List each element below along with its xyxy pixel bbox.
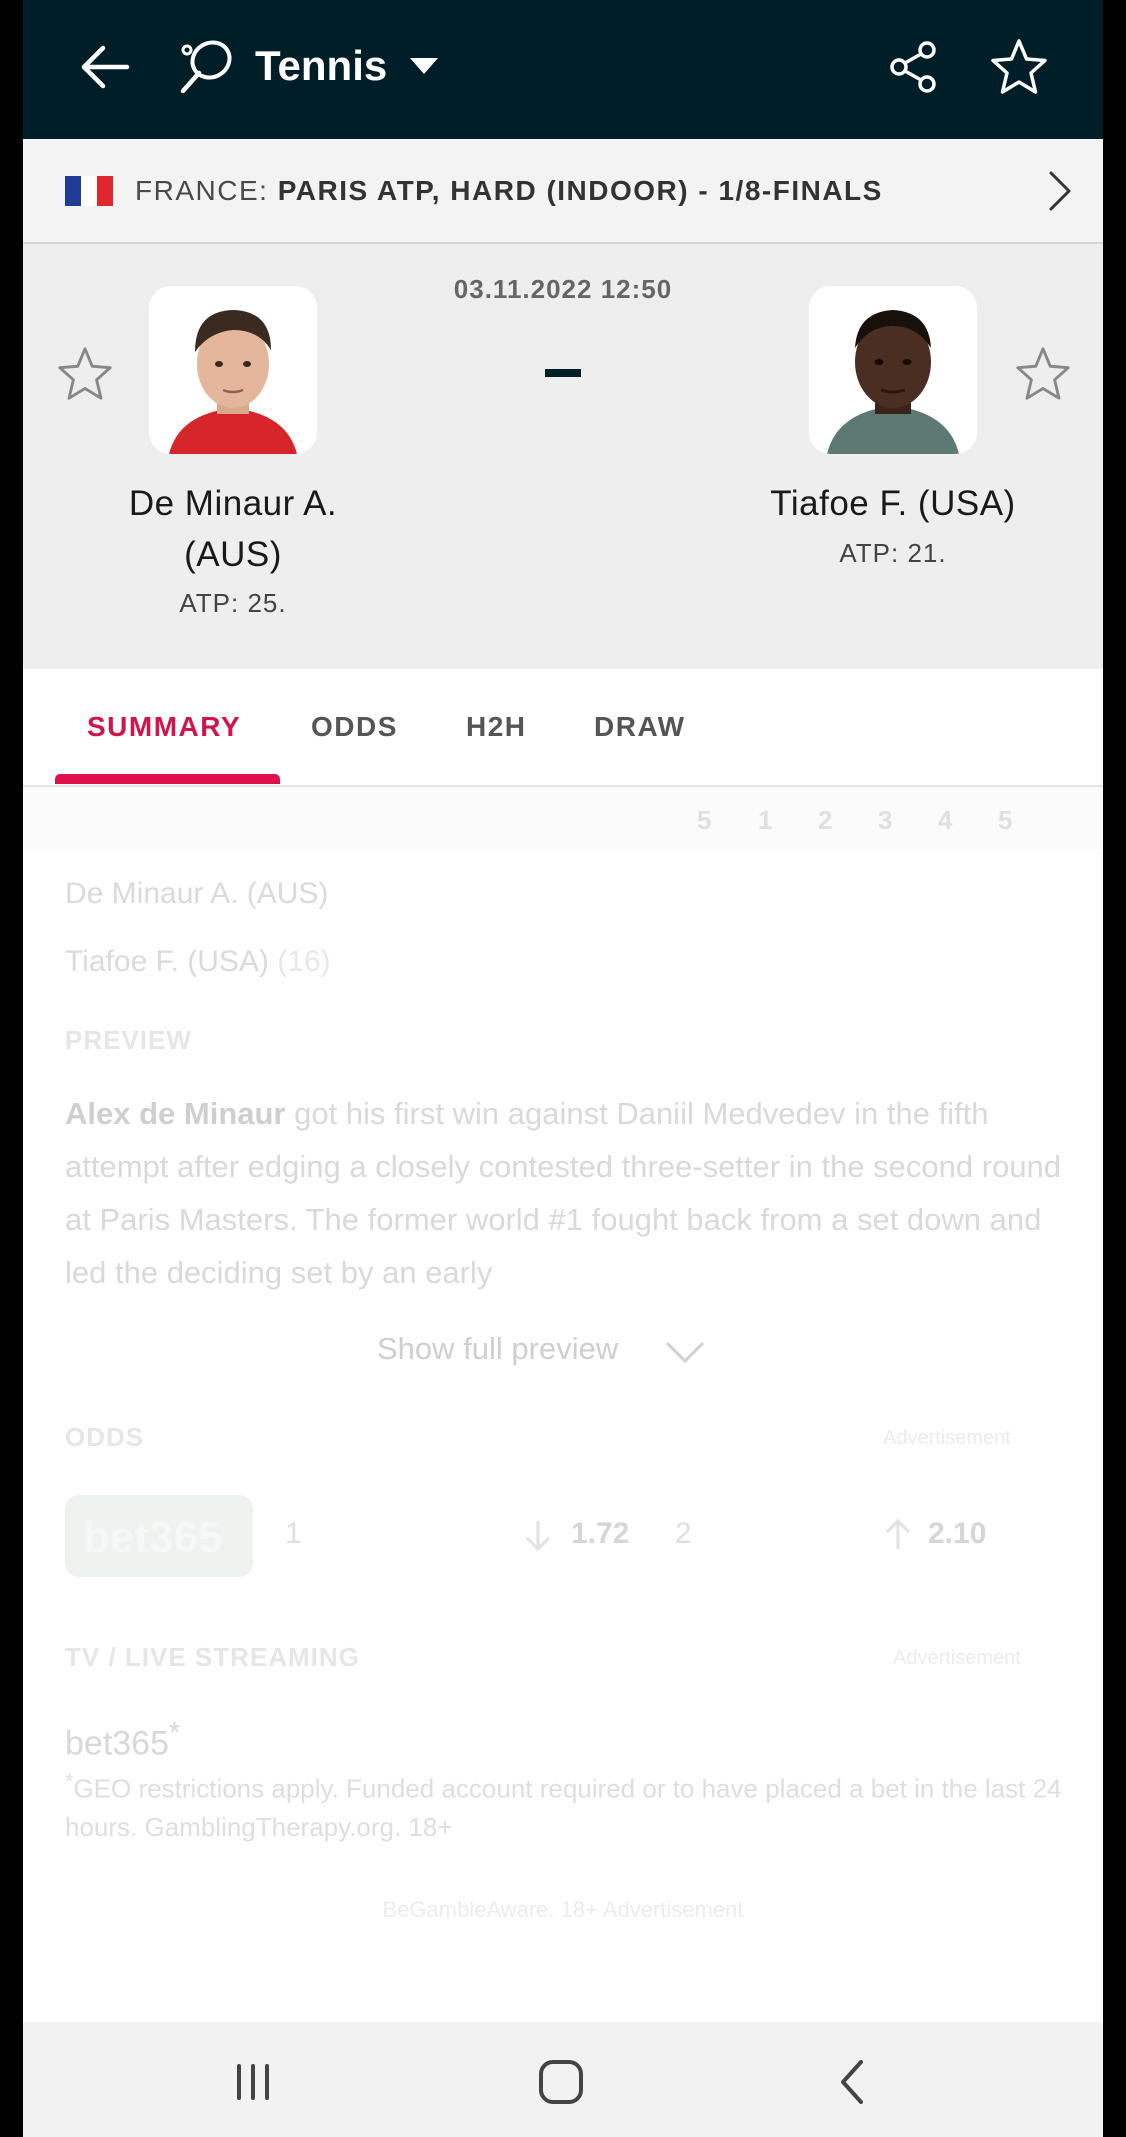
score-row-player2-name: Tiafoe F. (USA)	[65, 945, 269, 978]
tab-h2h[interactable]: H2H	[466, 711, 527, 743]
preview-text: Alex de Minaur got his first win against…	[65, 1087, 1065, 1317]
tab-summary[interactable]: SUMMARY	[87, 711, 241, 743]
tv-streaming-title: TV / LIVE STREAMING	[65, 1642, 360, 1672]
arrow-up-icon	[885, 1518, 911, 1549]
chevron-down-icon[interactable]	[663, 1337, 707, 1367]
chevron-right-icon[interactable]	[1041, 169, 1077, 213]
active-tab-indicator	[55, 774, 280, 784]
preview-bold: Alex de Minaur	[65, 1096, 286, 1131]
competition-breadcrumb[interactable]: FRANCE: PARIS ATP, HARD (INDOOR) - 1/8-F…	[23, 139, 1103, 244]
set-column: 2	[818, 805, 833, 835]
system-back-icon[interactable]	[823, 2052, 883, 2112]
gamble-aware-text: BeGambleAware. 18+ Advertisement	[382, 1897, 744, 1922]
score-row-player2: Tiafoe F. (USA) (16)	[65, 945, 331, 979]
favorite-home-star-icon[interactable]	[55, 344, 115, 404]
tv-bookmaker-asterisk: *	[169, 1717, 181, 1749]
recent-apps-icon[interactable]	[223, 2052, 283, 2112]
odds-value-away[interactable]: 2.10	[928, 1517, 986, 1551]
score-table-header: 5 1 2 3 4 5	[23, 787, 1103, 849]
set-column: 3	[878, 805, 893, 835]
score-dash	[545, 369, 581, 377]
tab-odds[interactable]: ODDS	[311, 711, 398, 743]
player2-seed: (16)	[277, 945, 331, 978]
share-icon[interactable]	[883, 36, 945, 98]
odds-row: bet365 1 1.72 2 2.10	[23, 1477, 1103, 1587]
geo-restrictions-body: GEO restrictions apply. Funded account r…	[65, 1773, 1062, 1842]
home-player-rank: ATP: 25.	[179, 588, 287, 618]
dropdown-caret-icon[interactable]	[408, 56, 440, 76]
tv-bookmaker[interactable]: bet365*	[65, 1717, 180, 1763]
top-bar: Tennis	[23, 0, 1103, 139]
bookmaker-name: bet365	[83, 1513, 223, 1562]
back-arrow-icon[interactable]	[75, 36, 137, 98]
tennis-racket-icon	[180, 40, 232, 94]
arrow-down-icon	[525, 1521, 551, 1552]
home-player-name[interactable]: De Minaur A. (AUS)	[83, 478, 383, 580]
home-player-photo[interactable]	[149, 286, 317, 454]
set-column: 1	[758, 805, 773, 835]
odds-label-home[interactable]: 1	[285, 1517, 302, 1551]
sport-title[interactable]: Tennis	[255, 38, 387, 94]
set-column: 5	[697, 805, 712, 835]
app-screen: Tennis FRANCE: PARIS ATP, HARD (INDOOR) …	[23, 0, 1103, 2137]
breadcrumb-text: FRANCE: PARIS ATP, HARD (INDOOR) - 1/8-F…	[135, 172, 883, 210]
away-player-rank: ATP: 21.	[839, 538, 947, 568]
bookmaker-logo[interactable]: bet365	[65, 1495, 253, 1577]
home-icon[interactable]	[531, 2052, 591, 2112]
tab-draw[interactable]: DRAW	[594, 711, 686, 743]
away-player-photo[interactable]	[809, 286, 977, 454]
tv-bookmaker-name: bet365	[65, 1724, 169, 1763]
odds-advertisement-label: Advertisement	[883, 1427, 1011, 1449]
away-player-name[interactable]: Tiafoe F. (USA)	[743, 478, 1043, 529]
breadcrumb-competition: PARIS ATP, HARD (INDOOR) - 1/8-FINALS	[277, 175, 883, 206]
star-icon[interactable]	[988, 36, 1050, 98]
tv-advertisement-label: Advertisement	[893, 1647, 1021, 1669]
match-datetime: 03.11.2022 12:50	[453, 274, 673, 304]
breadcrumb-country: FRANCE:	[135, 175, 269, 206]
match-header: 03.11.2022 12:50 De Minaur A. (AUS) ATP:…	[23, 244, 1103, 669]
set-column: 5	[998, 805, 1013, 835]
system-nav-bar	[23, 2022, 1103, 2137]
score-row-player1: De Minaur A. (AUS)	[65, 877, 329, 910]
show-full-preview-link[interactable]: Show full preview	[377, 1331, 618, 1367]
home-player-avatar	[149, 286, 317, 454]
away-player-avatar	[809, 286, 977, 454]
favorite-away-star-icon[interactable]	[1013, 344, 1073, 404]
match-tabs: SUMMARY ODDS H2H DRAW	[23, 669, 1103, 787]
france-flag-icon	[65, 176, 113, 206]
odds-value-home[interactable]: 1.72	[571, 1517, 629, 1551]
odds-section-title: ODDS	[65, 1422, 145, 1452]
preview-title: PREVIEW	[65, 1025, 192, 1055]
set-column: 4	[938, 805, 953, 835]
summary-content: 5 1 2 3 4 5 De Minaur A. (AUS) Tiafoe F.…	[23, 787, 1103, 2022]
odds-label-away[interactable]: 2	[675, 1517, 692, 1551]
geo-restrictions-text: *GEO restrictions apply. Funded account …	[65, 1762, 1065, 1846]
